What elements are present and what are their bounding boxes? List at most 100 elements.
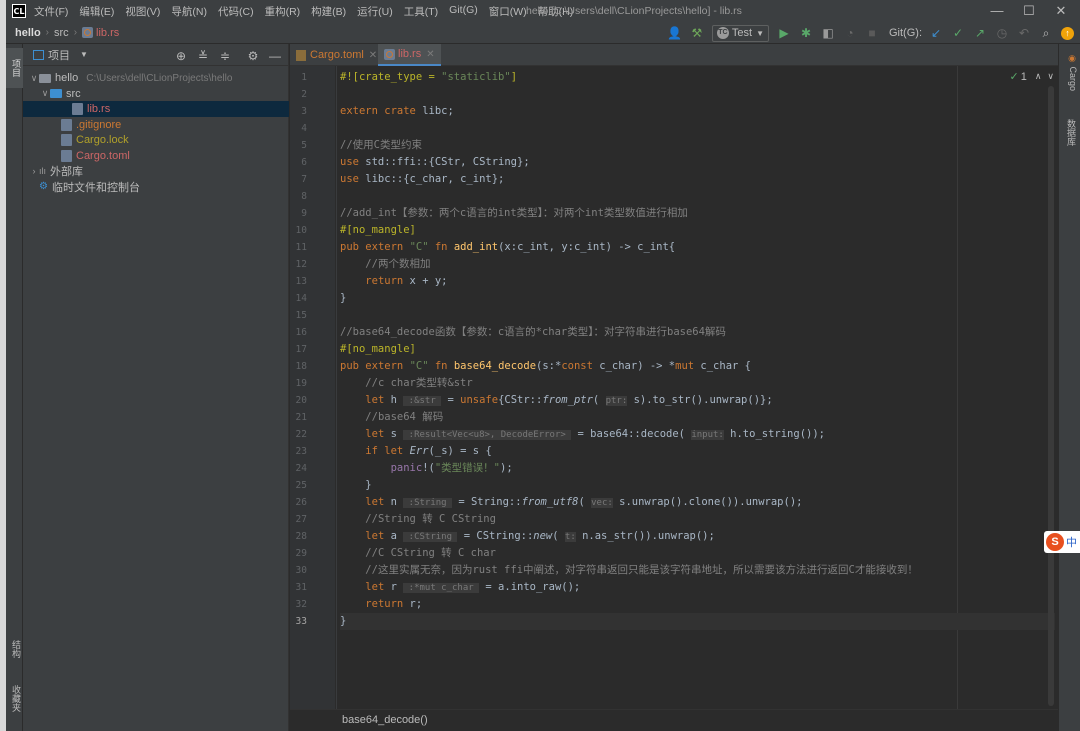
code-line[interactable]: }	[340, 477, 1055, 494]
code-line[interactable]: //这里实属无奈，因为rust ffi中阐述，对字符串返回只能是该字符串地址，所…	[340, 562, 1055, 579]
code-line[interactable]: use std::ffi::{CStr, CString};	[340, 154, 1055, 171]
git-commit-icon[interactable]: ✓	[949, 24, 967, 42]
code-line[interactable]: #[no_mangle]	[340, 222, 1055, 239]
structure-tool-tab[interactable]: 结构	[6, 632, 23, 666]
profile-icon[interactable]: ◔	[841, 24, 859, 42]
code-line[interactable]	[340, 188, 1055, 205]
code-line[interactable]: let n :String = String::from_utf8( vec: …	[340, 494, 1055, 511]
code-line[interactable]: pub extern "C" fn base64_decode(s:*const…	[340, 358, 1055, 375]
breadcrumb-src[interactable]: src	[54, 27, 69, 39]
tree-item[interactable]: ⚙ 临时文件和控制台	[23, 179, 289, 195]
close-icon[interactable]: ✕	[426, 49, 434, 60]
stop-icon[interactable]: ■	[863, 24, 881, 42]
code-line[interactable]: //C CString 转 C char	[340, 545, 1055, 562]
menu-item[interactable]: 窗口(W)	[489, 4, 527, 19]
chevron-icon[interactable]: ∨	[40, 88, 50, 99]
hide-icon[interactable]: —	[266, 47, 284, 65]
code-line[interactable]: let s :Result<Vec<u8>, DecodeError> = ba…	[340, 426, 1055, 443]
code-line[interactable]: }	[340, 613, 1055, 630]
search-icon[interactable]: ⌕	[1037, 24, 1055, 42]
code-line[interactable]: //c char类型转&str	[340, 375, 1055, 392]
run-icon[interactable]: ▶	[775, 24, 793, 42]
code-line[interactable]: let r :*mut c_char = a.into_raw();	[340, 579, 1055, 596]
code-line[interactable]: extern crate libc;	[340, 103, 1055, 120]
menu-item[interactable]: 工具(T)	[404, 4, 438, 19]
line-number: 2	[301, 89, 307, 100]
code-line[interactable]: #![crate_type = "staticlib"]	[340, 69, 1055, 86]
collapse-all-icon[interactable]: ≑	[216, 47, 234, 65]
close-icon[interactable]: ✕	[369, 50, 377, 61]
tree-item[interactable]: › ılı 外部库	[23, 163, 289, 179]
menu-item[interactable]: 构建(B)	[311, 4, 346, 19]
chevron-down-icon[interactable]: ∨	[1047, 71, 1054, 82]
code-line[interactable]: #[no_mangle]	[340, 341, 1055, 358]
breadcrumb-project[interactable]: hello	[15, 27, 41, 39]
user-icon[interactable]: 👤	[666, 24, 684, 42]
code-line[interactable]: //base64_decode函数【参数：c语言的*char类型】：对字符串进行…	[340, 324, 1055, 341]
code-line[interactable]: use libc::{c_char, c_int};	[340, 171, 1055, 188]
project-panel-title[interactable]: 项目	[48, 47, 70, 63]
menu-item[interactable]: Git(G)	[449, 4, 478, 19]
database-tool-tab[interactable]: 数据库	[1061, 112, 1078, 152]
menu-item[interactable]: 代码(C)	[218, 4, 254, 19]
update-icon[interactable]: ↑	[1061, 26, 1074, 40]
chevron-up-icon[interactable]: ∧	[1035, 71, 1042, 82]
tree-item[interactable]: Cargo.toml	[23, 148, 289, 164]
history-icon[interactable]: ◷	[993, 24, 1011, 42]
tab-lib-rs[interactable]: lib.rs ✕	[378, 44, 441, 66]
tree-item[interactable]: ∨ hello C:\Users\dell\CLionProjects\hello	[23, 70, 289, 86]
code-line[interactable]	[340, 307, 1055, 324]
tab-cargo-toml[interactable]: Cargo.toml ✕	[290, 44, 383, 66]
chevron-icon[interactable]: ∨	[29, 73, 39, 84]
close-button[interactable]: ✕	[1046, 2, 1076, 20]
expand-all-icon[interactable]: ≚	[194, 47, 212, 65]
menu-item[interactable]: 重构(R)	[265, 4, 301, 19]
cargo-tool-tab[interactable]: ◉ Cargo	[1061, 50, 1078, 96]
code-line[interactable]: pub extern "C" fn add_int(x:c_int, y:c_i…	[340, 239, 1055, 256]
favorites-tool-tab[interactable]: 收藏夹	[6, 678, 23, 718]
git-push-icon[interactable]: ↗	[971, 24, 989, 42]
run-config-selector[interactable]: TC Test ▼	[711, 24, 769, 42]
code-line[interactable]: //String 转 C CString	[340, 511, 1055, 528]
git-update-icon[interactable]: ↙	[927, 24, 945, 42]
debug-icon[interactable]: ✱	[797, 24, 815, 42]
locate-icon[interactable]: ⊕	[172, 47, 190, 65]
ime-indicator[interactable]: S 中	[1044, 531, 1080, 553]
maximize-button[interactable]: ☐	[1014, 2, 1044, 20]
menu-item[interactable]: 导航(N)	[171, 4, 207, 19]
hammer-icon[interactable]: ⚒	[688, 24, 706, 42]
tree-item[interactable]: ∨ src	[23, 86, 289, 102]
code-line[interactable]: //使用C类型约束	[340, 137, 1055, 154]
code-line[interactable]	[340, 86, 1055, 103]
tree-item[interactable]: Cargo.lock	[23, 132, 289, 148]
code-line[interactable]: let h :&str = unsafe{CStr::from_ptr( ptr…	[340, 392, 1055, 409]
tree-item[interactable]: .gitignore	[23, 117, 289, 133]
code-line[interactable]: //base64 解码	[340, 409, 1055, 426]
line-number: 18	[295, 361, 307, 372]
rollback-icon[interactable]: ↶	[1015, 24, 1033, 42]
gear-icon[interactable]: ⚙	[244, 47, 262, 65]
code-line[interactable]: //add_int【参数：两个c语言的int类型】：对两个int类型数值进行相加	[340, 205, 1055, 222]
vertical-scrollbar[interactable]	[1048, 86, 1054, 706]
menu-item[interactable]: 视图(V)	[125, 4, 160, 19]
code-line[interactable]: let a :CString = CString::new( t: n.as_s…	[340, 528, 1055, 545]
menu-item[interactable]: 运行(U)	[357, 4, 393, 19]
project-tool-tab[interactable]: 项目	[6, 48, 23, 88]
code-line[interactable]: //两个数相加	[340, 256, 1055, 273]
minimize-button[interactable]: —	[982, 2, 1012, 20]
chevron-down-icon[interactable]: ▼	[80, 50, 88, 59]
code-line[interactable]: if let Err(_s) = s {	[340, 443, 1055, 460]
tree-item[interactable]: lib.rs	[23, 101, 289, 117]
menu-item[interactable]: 文件(F)	[34, 4, 68, 19]
breadcrumb-file[interactable]: lib.rs	[96, 27, 119, 39]
code-line[interactable]	[340, 120, 1055, 137]
code-line[interactable]: return x + y;	[340, 273, 1055, 290]
chevron-icon[interactable]: ›	[29, 166, 39, 176]
code-line[interactable]: return r;	[340, 596, 1055, 613]
inspection-widget[interactable]: ✓ 1 ∧ ∨	[1009, 70, 1054, 84]
coverage-icon[interactable]: ◧	[819, 24, 837, 42]
menu-item[interactable]: 编辑(E)	[79, 4, 114, 19]
code-breadcrumb[interactable]: base64_decode()	[290, 709, 1058, 731]
code-line[interactable]: panic!("类型错误！");	[340, 460, 1055, 477]
code-line[interactable]: }	[340, 290, 1055, 307]
